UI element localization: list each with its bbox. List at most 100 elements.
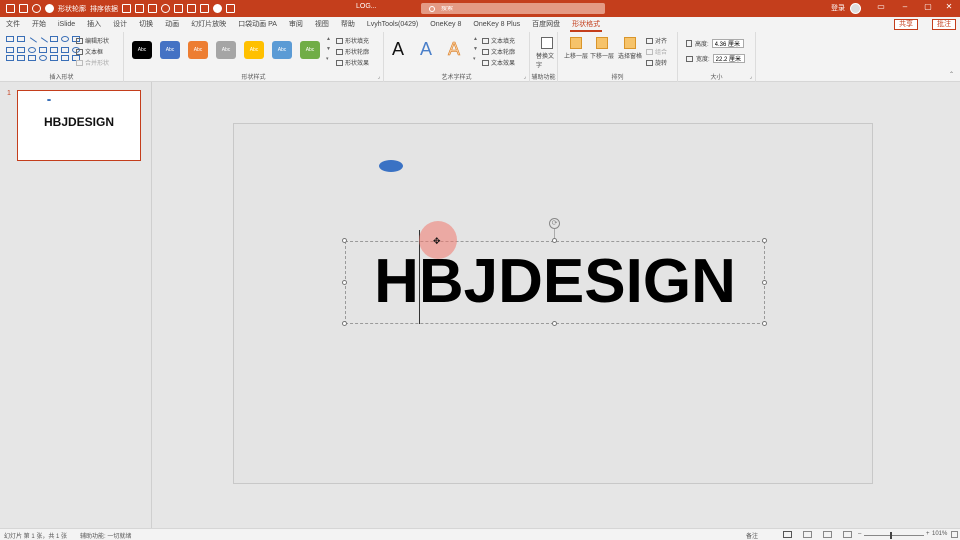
- avatar[interactable]: [850, 3, 861, 14]
- shape-style-green[interactable]: Abc: [300, 41, 320, 59]
- shape-style-orange[interactable]: Abc: [188, 41, 208, 59]
- zoom-slider[interactable]: [864, 535, 924, 536]
- resize-handle-left[interactable]: [342, 280, 347, 285]
- merge-shapes-button[interactable]: 合并形状: [76, 58, 109, 67]
- tab-onekey8-plus[interactable]: OneKey 8 Plus: [467, 17, 526, 32]
- text-box-button[interactable]: 文本框: [76, 47, 103, 56]
- alt-text-button[interactable]: 替换文字: [536, 37, 557, 69]
- wordart-style-blue[interactable]: A: [418, 39, 434, 60]
- search-input[interactable]: [441, 5, 581, 12]
- shape-style-gallery-scroll[interactable]: ▲ ▼ ▾: [326, 36, 332, 62]
- record-icon[interactable]: [45, 4, 54, 13]
- bring-forward-button[interactable]: 上移一层: [564, 37, 588, 60]
- tab-view[interactable]: 视图: [309, 17, 335, 32]
- wordart-gallery-scroll[interactable]: ▲ ▼ ▾: [473, 36, 479, 62]
- image-icon[interactable]: [148, 4, 157, 13]
- tab-file[interactable]: 文件: [0, 17, 26, 32]
- close-button[interactable]: ✕: [942, 2, 956, 11]
- fit-slide-icon[interactable]: [951, 531, 958, 538]
- rotate-button[interactable]: 旋转: [646, 58, 667, 67]
- collapse-ribbon-icon[interactable]: ⌃: [949, 71, 954, 78]
- tab-lvyhtools[interactable]: LvyhTools(0429): [361, 17, 424, 32]
- slide-thumbnail[interactable]: HBJDESIGN: [17, 90, 141, 161]
- slide-title-text[interactable]: HBJDESIGN: [345, 243, 765, 321]
- wordart-style-orange[interactable]: A: [446, 39, 462, 60]
- rectangle-icon[interactable]: [6, 55, 14, 61]
- circle-icon[interactable]: [213, 4, 222, 13]
- more-icon[interactable]: ▾: [326, 56, 332, 62]
- sign-in-link[interactable]: 登录: [831, 3, 845, 13]
- more-icon[interactable]: ▾: [473, 56, 479, 62]
- chart-icon[interactable]: [187, 4, 196, 13]
- resize-handle-bottom-left[interactable]: [342, 321, 347, 326]
- zoom-out-icon[interactable]: –: [858, 531, 861, 537]
- oval-icon[interactable]: [28, 47, 36, 53]
- search-box[interactable]: [421, 3, 605, 14]
- qat-shape-outline[interactable]: 形状轮廓: [58, 4, 86, 14]
- shape-icon[interactable]: [200, 4, 209, 13]
- tab-help[interactable]: 帮助: [335, 17, 361, 32]
- table-icon[interactable]: [135, 4, 144, 13]
- text-fill-button[interactable]: 文本填充: [482, 36, 515, 45]
- wordart-style-black[interactable]: A: [390, 39, 406, 60]
- rectangle-icon[interactable]: [50, 36, 58, 42]
- text-icon[interactable]: [226, 4, 235, 13]
- comment-button[interactable]: 批注: [932, 19, 956, 30]
- slideshow-icon[interactable]: [843, 531, 852, 538]
- shape-style-black[interactable]: Abc: [132, 41, 152, 59]
- line-icon[interactable]: [27, 37, 37, 47]
- text-outline-button[interactable]: 文本轮廓: [482, 47, 515, 56]
- zoom-slider-thumb[interactable]: [890, 532, 892, 539]
- tab-insert[interactable]: 插入: [81, 17, 107, 32]
- redo-icon[interactable]: [32, 4, 41, 13]
- triangle-icon[interactable]: [6, 47, 14, 53]
- arrow-icon[interactable]: [50, 47, 58, 53]
- ribbon-display-options-icon[interactable]: ▭: [874, 2, 888, 11]
- rectangle-icon[interactable]: [17, 36, 25, 42]
- group-button[interactable]: 组合: [646, 47, 667, 56]
- rectangle-icon[interactable]: [28, 55, 36, 61]
- accessibility-status[interactable]: 辅助功能: 一切就绪: [80, 531, 131, 540]
- chevron-down-icon[interactable]: ▼: [473, 46, 479, 52]
- play-icon[interactable]: [161, 4, 170, 13]
- blue-ellipse-shape[interactable]: [379, 160, 403, 172]
- shape-style-lightblue[interactable]: Abc: [272, 41, 292, 59]
- resize-handle-bottom[interactable]: [552, 321, 557, 326]
- qat-sort[interactable]: 排序依据: [90, 4, 118, 14]
- oval-icon[interactable]: [61, 36, 69, 42]
- dialog-launcher-icon[interactable]: ⌟: [524, 74, 526, 80]
- minimize-button[interactable]: –: [898, 2, 912, 11]
- shape-outline-button[interactable]: 形状轮廓: [336, 47, 369, 56]
- align-button[interactable]: 对齐: [646, 36, 667, 45]
- notes-button[interactable]: 备注: [746, 531, 758, 540]
- rectangle-icon[interactable]: [17, 47, 25, 53]
- shape-style-gray[interactable]: Abc: [216, 41, 236, 59]
- shape-fill-button[interactable]: 形状填充: [336, 36, 369, 45]
- resize-handle-top-right[interactable]: [762, 238, 767, 243]
- star-icon[interactable]: [61, 47, 69, 53]
- format-icon[interactable]: [122, 4, 131, 13]
- share-button[interactable]: 共享: [894, 19, 918, 30]
- tab-animations[interactable]: 动画: [159, 17, 185, 32]
- oval-icon[interactable]: [39, 55, 47, 61]
- width-input[interactable]: [712, 54, 745, 63]
- zoom-level[interactable]: 101%: [932, 531, 947, 537]
- tab-transitions[interactable]: 切换: [133, 17, 159, 32]
- text-effects-button[interactable]: 文本效果: [482, 58, 515, 67]
- chevron-up-icon[interactable]: ▲: [326, 36, 332, 42]
- tab-baidu-netdisk[interactable]: 百度网盘: [526, 17, 566, 32]
- arrow-icon[interactable]: [17, 55, 25, 61]
- normal-view-icon[interactable]: [783, 531, 792, 538]
- undo-icon[interactable]: [19, 4, 28, 13]
- chevron-down-icon[interactable]: ▼: [326, 46, 332, 52]
- resize-handle-top[interactable]: [552, 238, 557, 243]
- selection-pane-button[interactable]: 选择窗格: [618, 37, 642, 60]
- tab-pocket-animation[interactable]: 口袋动画 PA: [232, 17, 283, 32]
- dialog-launcher-icon[interactable]: ⌟: [750, 74, 752, 80]
- rectangle-icon[interactable]: [61, 55, 69, 61]
- save-icon[interactable]: [6, 4, 15, 13]
- tab-islide[interactable]: iSlide: [52, 17, 81, 32]
- rectangle-icon[interactable]: [39, 47, 47, 53]
- send-backward-button[interactable]: 下移一层: [590, 37, 614, 60]
- tab-onekey8[interactable]: OneKey 8: [424, 17, 467, 32]
